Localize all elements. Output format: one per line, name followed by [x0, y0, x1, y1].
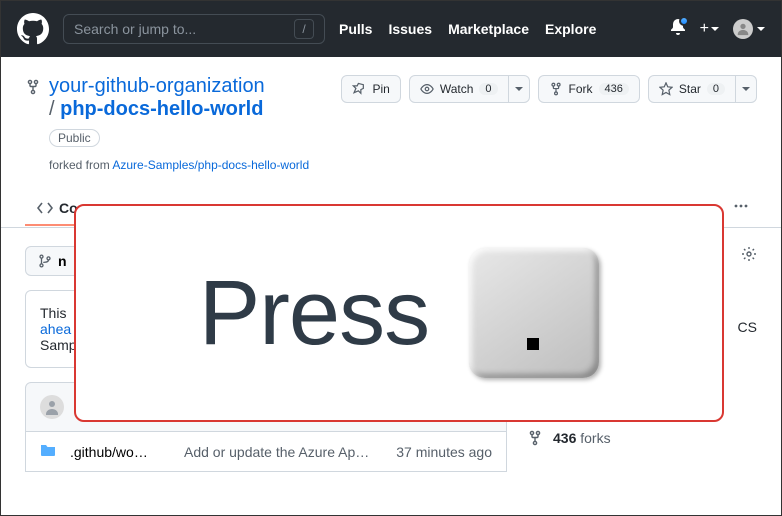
file-name[interactable]: .github/wo… [70, 444, 170, 460]
avatar-icon [733, 19, 753, 39]
branch-select-button[interactable]: n [25, 246, 80, 276]
repo-name-link[interactable]: php-docs-hello-world [60, 98, 263, 120]
repo-owner-link[interactable]: your-github-organization [49, 75, 265, 97]
global-header: / Pulls Issues Marketplace Explore + [1, 1, 781, 57]
repo-breadcrumb: your-github-organization / php-docs-hell… [49, 75, 333, 172]
repo-forked-icon [25, 79, 41, 100]
commit-author-avatar[interactable] [40, 395, 64, 419]
search-input[interactable] [74, 21, 274, 37]
file-commit-msg[interactable]: Add or update the Azure Ap… [184, 444, 382, 460]
visibility-badge: Public [49, 129, 100, 147]
folder-icon [40, 442, 56, 461]
tabs-overflow-menu[interactable] [725, 190, 757, 227]
overlay-text: Press [199, 261, 429, 366]
forked-from: forked from Azure-Samples/php-docs-hello… [49, 158, 333, 172]
kebab-icon [733, 198, 749, 214]
star-dropdown[interactable] [736, 75, 757, 103]
plus-icon: + [700, 20, 709, 38]
user-menu[interactable] [733, 19, 765, 39]
period-keycap-icon [469, 248, 599, 378]
fork-icon [527, 430, 543, 446]
caret-down-icon [515, 87, 523, 91]
nav-pulls[interactable]: Pulls [339, 21, 372, 37]
slash-shortcut-icon: / [294, 19, 314, 39]
global-search[interactable]: / [63, 14, 325, 44]
caret-down-icon [757, 27, 765, 31]
global-nav: Pulls Issues Marketplace Explore [339, 21, 596, 37]
sidebar-forks[interactable]: 436 forks [527, 430, 757, 446]
notifications-icon[interactable] [670, 19, 686, 40]
ahead-link[interactable]: ahea [40, 321, 71, 337]
nav-marketplace[interactable]: Marketplace [448, 21, 529, 37]
nav-issues[interactable]: Issues [388, 21, 432, 37]
repo-header: your-github-organization / php-docs-hell… [1, 57, 781, 228]
nav-explore[interactable]: Explore [545, 21, 596, 37]
sidebar-cutoff-text: CS [738, 319, 757, 335]
header-right: + [670, 19, 765, 40]
code-icon [37, 200, 53, 216]
repo-actions: Pin Watch 0 Fork 436 Star 0 [341, 75, 757, 103]
fork-button[interactable]: Fork 436 [538, 75, 640, 103]
press-period-overlay: Press [74, 204, 724, 422]
pin-icon [352, 82, 366, 96]
create-new-menu[interactable]: + [700, 20, 719, 38]
watch-button[interactable]: Watch 0 [409, 75, 509, 103]
file-row[interactable]: .github/wo… Add or update the Azure Ap… … [25, 432, 507, 472]
sidebar-settings-icon[interactable] [741, 246, 757, 265]
watch-dropdown[interactable] [509, 75, 530, 103]
caret-down-icon [742, 87, 750, 91]
breadcrumb-slash: / [49, 98, 55, 120]
branch-icon [38, 254, 52, 268]
fork-icon [549, 82, 563, 96]
eye-icon [420, 82, 434, 96]
fork-count: 436 [599, 83, 629, 95]
star-button[interactable]: Star 0 [648, 75, 736, 103]
notification-dot-icon [679, 16, 689, 26]
star-icon [659, 82, 673, 96]
github-logo-icon[interactable] [17, 13, 49, 45]
file-time: 37 minutes ago [396, 444, 492, 460]
fork-source-link[interactable]: Azure-Samples/php-docs-hello-world [112, 158, 309, 172]
star-count: 0 [707, 83, 725, 95]
pin-button[interactable]: Pin [341, 75, 400, 103]
watch-count: 0 [479, 83, 497, 95]
caret-down-icon [711, 27, 719, 31]
